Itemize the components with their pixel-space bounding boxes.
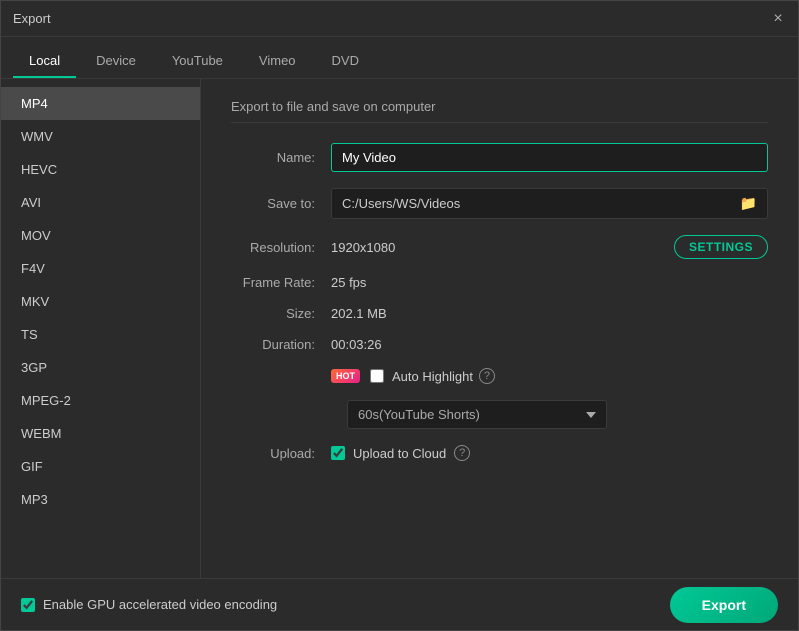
duration-control: 00:03:26 bbox=[331, 337, 768, 352]
resolution-row: Resolution: 1920x1080 SETTINGS bbox=[231, 235, 768, 259]
save-path: C:/Users/WS/Videos bbox=[342, 196, 740, 211]
sidebar-item-gif[interactable]: GIF bbox=[1, 450, 200, 483]
upload-control: Upload to Cloud ? bbox=[331, 445, 768, 461]
gpu-checkbox[interactable] bbox=[21, 598, 35, 612]
tab-local[interactable]: Local bbox=[13, 45, 76, 78]
sidebar-item-mkv[interactable]: MKV bbox=[1, 285, 200, 318]
tab-bar: Local Device YouTube Vimeo DVD bbox=[1, 37, 798, 79]
duration-label: Duration: bbox=[231, 337, 331, 352]
sidebar-item-mpeg2[interactable]: MPEG-2 bbox=[1, 384, 200, 417]
sidebar-item-wmv[interactable]: WMV bbox=[1, 120, 200, 153]
upload-inner: Upload to Cloud ? bbox=[331, 445, 768, 461]
sidebar-item-ts[interactable]: TS bbox=[1, 318, 200, 351]
duration-row: Duration: 00:03:26 bbox=[231, 337, 768, 352]
size-control: 202.1 MB bbox=[331, 306, 768, 321]
resolution-label: Resolution: bbox=[231, 240, 331, 255]
highlight-duration-dropdown[interactable]: 60s(YouTube Shorts) 30s 15s Custom bbox=[347, 400, 607, 429]
path-row[interactable]: C:/Users/WS/Videos 📁 bbox=[331, 188, 768, 219]
highlight-inner: HOT Auto Highlight ? bbox=[331, 368, 768, 384]
name-label: Name: bbox=[231, 150, 331, 165]
name-row: Name: bbox=[231, 143, 768, 172]
upload-row: Upload: Upload to Cloud ? bbox=[231, 445, 768, 461]
auto-highlight-info-icon[interactable]: ? bbox=[479, 368, 495, 384]
auto-highlight-row: HOT Auto Highlight ? bbox=[231, 368, 768, 384]
folder-icon[interactable]: 📁 bbox=[740, 195, 757, 212]
auto-highlight-text: Auto Highlight bbox=[392, 369, 473, 384]
tab-dvd[interactable]: DVD bbox=[316, 45, 375, 78]
sidebar-item-3gp[interactable]: 3GP bbox=[1, 351, 200, 384]
title-bar: Export × bbox=[1, 1, 798, 37]
highlight-dropdown-row: 60s(YouTube Shorts) 30s 15s Custom bbox=[347, 400, 768, 429]
tab-youtube[interactable]: YouTube bbox=[156, 45, 239, 78]
content-area: MP4 WMV HEVC AVI MOV F4V MKV TS 3GP MPEG… bbox=[1, 79, 798, 578]
bottom-bar: Enable GPU accelerated video encoding Ex… bbox=[1, 578, 798, 630]
upload-cloud-label[interactable]: Upload to Cloud bbox=[331, 446, 446, 461]
tab-vimeo[interactable]: Vimeo bbox=[243, 45, 312, 78]
frame-rate-label: Frame Rate: bbox=[231, 275, 331, 290]
sidebar-item-webm[interactable]: WEBM bbox=[1, 417, 200, 450]
resolution-control: 1920x1080 SETTINGS bbox=[331, 235, 768, 259]
save-to-row: Save to: C:/Users/WS/Videos 📁 bbox=[231, 188, 768, 219]
save-to-control: C:/Users/WS/Videos 📁 bbox=[331, 188, 768, 219]
duration-value: 00:03:26 bbox=[331, 337, 382, 352]
tab-device[interactable]: Device bbox=[80, 45, 152, 78]
upload-cloud-checkbox[interactable] bbox=[331, 446, 345, 460]
resolution-display: 1920x1080 SETTINGS bbox=[331, 235, 768, 259]
sidebar-item-avi[interactable]: AVI bbox=[1, 186, 200, 219]
auto-highlight-checkbox[interactable] bbox=[370, 369, 384, 383]
section-title: Export to file and save on computer bbox=[231, 99, 768, 123]
format-sidebar: MP4 WMV HEVC AVI MOV F4V MKV TS 3GP MPEG… bbox=[1, 79, 201, 578]
size-label: Size: bbox=[231, 306, 331, 321]
main-panel: Export to file and save on computer Name… bbox=[201, 79, 798, 578]
sidebar-item-mp3[interactable]: MP3 bbox=[1, 483, 200, 516]
close-button[interactable]: × bbox=[770, 11, 786, 27]
gpu-text: Enable GPU accelerated video encoding bbox=[43, 597, 277, 612]
name-input[interactable] bbox=[331, 143, 768, 172]
sidebar-item-mov[interactable]: MOV bbox=[1, 219, 200, 252]
window-title: Export bbox=[13, 11, 51, 26]
export-button[interactable]: Export bbox=[670, 587, 778, 623]
upload-label: Upload: bbox=[231, 446, 331, 461]
sidebar-item-f4v[interactable]: F4V bbox=[1, 252, 200, 285]
name-control bbox=[331, 143, 768, 172]
frame-rate-value: 25 fps bbox=[331, 275, 366, 290]
export-window: Export × Local Device YouTube Vimeo DVD … bbox=[0, 0, 799, 631]
auto-highlight-label[interactable]: Auto Highlight bbox=[370, 369, 473, 384]
frame-rate-row: Frame Rate: 25 fps bbox=[231, 275, 768, 290]
hot-badge: HOT bbox=[331, 369, 360, 383]
gpu-label[interactable]: Enable GPU accelerated video encoding bbox=[21, 597, 277, 612]
sidebar-item-hevc[interactable]: HEVC bbox=[1, 153, 200, 186]
size-row: Size: 202.1 MB bbox=[231, 306, 768, 321]
upload-cloud-text: Upload to Cloud bbox=[353, 446, 446, 461]
resolution-value: 1920x1080 bbox=[331, 240, 674, 255]
highlight-control: HOT Auto Highlight ? bbox=[331, 368, 768, 384]
upload-info-icon[interactable]: ? bbox=[454, 445, 470, 461]
save-to-label: Save to: bbox=[231, 196, 331, 211]
settings-button[interactable]: SETTINGS bbox=[674, 235, 768, 259]
frame-rate-control: 25 fps bbox=[331, 275, 768, 290]
sidebar-item-mp4[interactable]: MP4 bbox=[1, 87, 200, 120]
size-value: 202.1 MB bbox=[331, 306, 387, 321]
